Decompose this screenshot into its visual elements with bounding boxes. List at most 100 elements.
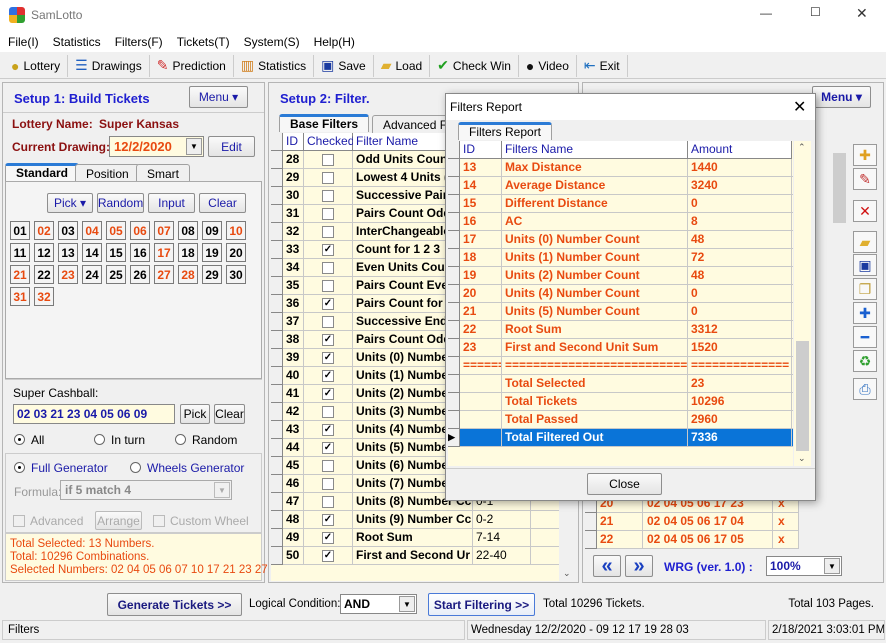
row-indicator[interactable]: [271, 223, 283, 241]
number-21[interactable]: 21: [10, 265, 30, 284]
report-row[interactable]: Total Selected 23: [448, 375, 793, 393]
number-29[interactable]: 29: [202, 265, 222, 284]
row-indicator[interactable]: [448, 213, 460, 231]
input-button[interactable]: Input: [148, 193, 195, 213]
toolbar-statistics-button[interactable]: ▥ Statistics: [234, 54, 315, 77]
delete-x-icon[interactable]: ✕: [853, 200, 877, 222]
close-window-button[interactable]: ✕: [856, 5, 868, 22]
number-04[interactable]: 04: [82, 221, 102, 240]
filter-checkbox[interactable]: [322, 280, 334, 292]
filter-checkbox[interactable]: [322, 460, 334, 472]
report-row[interactable]: 17 Units (0) Number Count 48: [448, 231, 793, 249]
row-indicator[interactable]: [448, 393, 460, 411]
plus-icon[interactable]: ✚: [853, 302, 877, 324]
cashball-input[interactable]: 02 03 21 23 04 05 06 09: [13, 404, 175, 424]
current-drawing-select[interactable]: 12/2/2020 ▼: [109, 136, 204, 157]
number-22[interactable]: 22: [34, 265, 54, 284]
report-row[interactable]: ====== ========================== ========…: [448, 357, 793, 375]
row-indicator[interactable]: [271, 475, 283, 493]
filter-checkbox[interactable]: ✓: [322, 424, 334, 436]
row-indicator[interactable]: [271, 187, 283, 205]
row-indicator[interactable]: [448, 339, 460, 357]
menu-item-1[interactable]: Statistics: [53, 35, 101, 49]
report-row[interactable]: 21 Units (5) Number Count 0: [448, 303, 793, 321]
scroll-up-icon[interactable]: ⌃: [798, 142, 806, 153]
row-indicator[interactable]: [271, 385, 283, 403]
report-row[interactable]: 20 Units (4) Number Count 0: [448, 285, 793, 303]
ticket-row[interactable]: 22 02 04 05 06 17 05 x: [585, 531, 799, 549]
generate-tickets-button[interactable]: Generate Tickets >>: [107, 593, 242, 616]
number-06[interactable]: 06: [130, 221, 150, 240]
filter-checkbox[interactable]: [322, 478, 334, 490]
tab-position[interactable]: Position: [75, 164, 140, 182]
row-indicator[interactable]: [448, 267, 460, 285]
row-indicator[interactable]: [448, 159, 460, 177]
toolbar-load-button[interactable]: ▰ Load: [374, 54, 431, 77]
recycle-icon[interactable]: ♻: [853, 350, 877, 372]
logical-condition-select[interactable]: AND ▼: [340, 594, 417, 614]
minimize-button[interactable]: —: [760, 6, 772, 20]
report-row[interactable]: ▶ Total Filtered Out 7336: [448, 429, 793, 447]
row-indicator[interactable]: [271, 241, 283, 259]
zoom-select[interactable]: 100% ▼: [766, 556, 842, 576]
row-indicator[interactable]: [271, 511, 283, 529]
report-row[interactable]: 15 Different Distance 0: [448, 195, 793, 213]
number-24[interactable]: 24: [82, 265, 102, 284]
number-31[interactable]: 31: [10, 287, 30, 306]
row-indicator[interactable]: [448, 321, 460, 339]
lottery-add-icon[interactable]: ✚: [853, 144, 877, 166]
row-indicator[interactable]: [448, 357, 460, 375]
number-32[interactable]: 32: [34, 287, 54, 306]
filter-checkbox[interactable]: [322, 154, 334, 166]
maximize-button[interactable]: ☐: [810, 5, 821, 19]
filter-row[interactable]: 48 ✓ Units (9) Number Cc 0-2: [271, 511, 559, 529]
number-23[interactable]: 23: [58, 265, 78, 284]
row-indicator[interactable]: [271, 295, 283, 313]
row-indicator[interactable]: [271, 169, 283, 187]
filter-checkbox[interactable]: [322, 226, 334, 238]
filter-checkbox[interactable]: ✓: [322, 532, 334, 544]
radio-wheels-generator-dot[interactable]: [130, 462, 141, 473]
previous-page-button[interactable]: «: [593, 555, 621, 577]
filter-row[interactable]: 49 ✓ Root Sum 7-14: [271, 529, 559, 547]
scroll-down-icon[interactable]: ⌄: [563, 568, 571, 579]
row-indicator[interactable]: [448, 285, 460, 303]
filter-checkbox[interactable]: [322, 172, 334, 184]
filter-checkbox[interactable]: ✓: [322, 550, 334, 562]
report-row[interactable]: 19 Units (2) Number Count 48: [448, 267, 793, 285]
number-14[interactable]: 14: [82, 243, 102, 262]
filter-checkbox[interactable]: ✓: [322, 244, 334, 256]
minus-icon[interactable]: ━: [853, 326, 877, 348]
toolbar-video-button[interactable]: ● Video: [519, 54, 577, 77]
number-15[interactable]: 15: [106, 243, 126, 262]
row-indicator[interactable]: [271, 439, 283, 457]
column-header-checked[interactable]: Checked: [304, 133, 354, 151]
dialog-scrollbar[interactable]: ⌃ ⌄: [794, 141, 811, 466]
radio-in-turn[interactable]: In turn: [94, 433, 145, 447]
row-indicator[interactable]: [448, 411, 460, 429]
tab-filters-report[interactable]: Filters Report: [458, 122, 553, 140]
radio-full-generator-dot[interactable]: [14, 462, 25, 473]
row-indicator[interactable]: [271, 205, 283, 223]
report-row[interactable]: 13 Max Distance 1440: [448, 159, 793, 177]
report-row[interactable]: 22 Root Sum 3312: [448, 321, 793, 339]
tab-base-filters[interactable]: Base Filters: [279, 114, 370, 132]
radio-all[interactable]: All: [14, 433, 44, 447]
number-11[interactable]: 11: [10, 243, 30, 262]
number-13[interactable]: 13: [58, 243, 78, 262]
copy-icon[interactable]: ❐: [853, 278, 877, 300]
row-indicator[interactable]: [448, 375, 460, 393]
number-05[interactable]: 05: [106, 221, 126, 240]
row-indicator[interactable]: [448, 231, 460, 249]
filter-checkbox[interactable]: ✓: [322, 514, 334, 526]
tab-standard[interactable]: Standard: [5, 163, 80, 181]
save-icon[interactable]: ▣: [853, 254, 877, 276]
column-header-filters-name[interactable]: Filters Name: [502, 141, 688, 159]
row-indicator[interactable]: [271, 313, 283, 331]
report-row[interactable]: Total Tickets 10296: [448, 393, 793, 411]
menu-item-4[interactable]: System(S): [244, 35, 300, 49]
toolbar-save-button[interactable]: ▣ Save: [314, 54, 374, 77]
row-indicator[interactable]: [271, 493, 283, 511]
row-indicator[interactable]: [271, 421, 283, 439]
row-indicator[interactable]: ▶: [448, 429, 460, 447]
